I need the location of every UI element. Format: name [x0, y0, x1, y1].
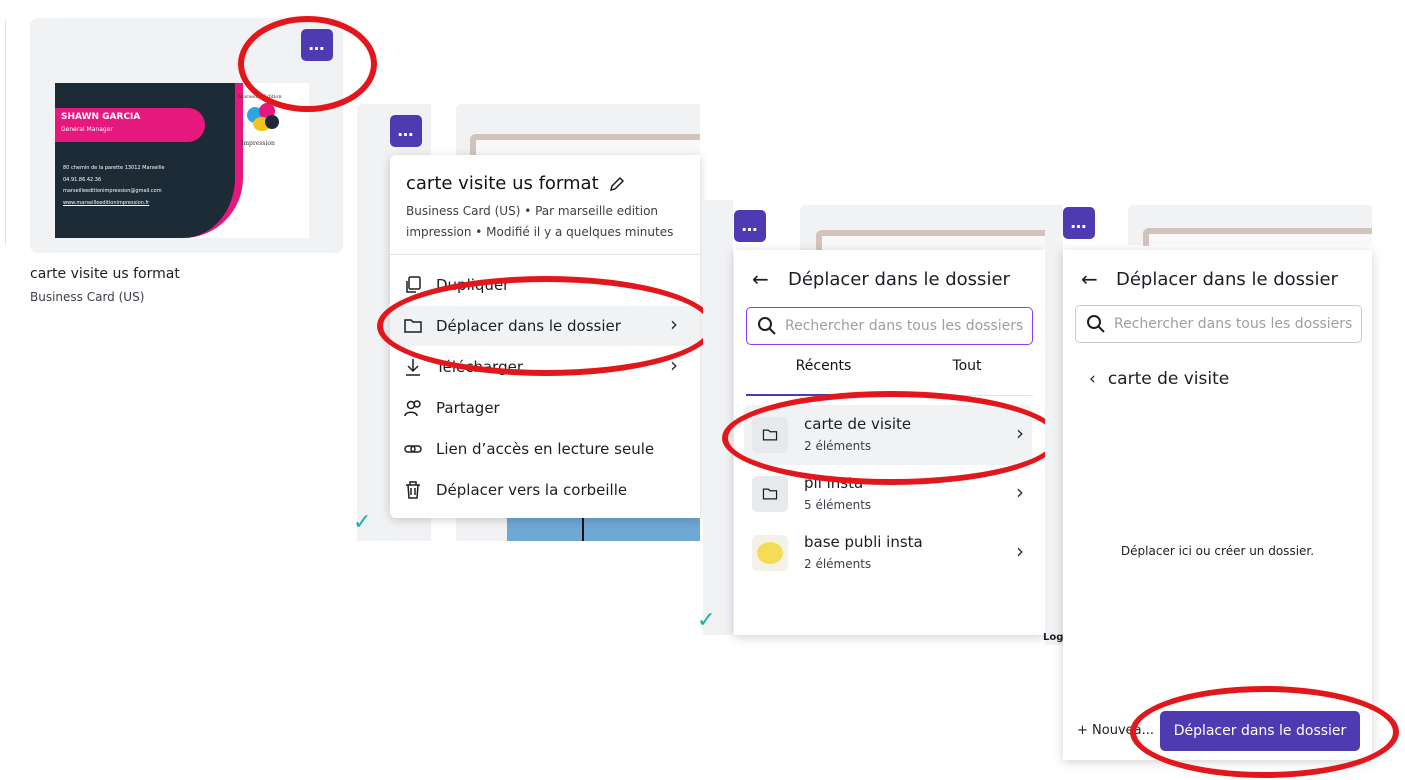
- back-arrow-icon[interactable]: ←: [752, 267, 769, 291]
- folder-contents-panel: ← Déplacer dans le dossier Rechercher da…: [1063, 250, 1372, 760]
- menu-item-label: Partager: [436, 399, 500, 417]
- design-thumbnail[interactable]: SHAWN GARCIA General Manager 80 chemin d…: [30, 18, 343, 253]
- divider: [5, 20, 6, 245]
- menu-more-button[interactable]: …: [390, 115, 422, 147]
- menu-item-label: Lien d’accès en lecture seule: [436, 440, 655, 458]
- design-more-button[interactable]: …: [301, 29, 333, 61]
- background-tile: [1045, 205, 1063, 645]
- background-thumb-corner: [1143, 228, 1372, 246]
- folder-row[interactable]: pli insta 5 éléments ›: [744, 464, 1032, 524]
- folder-icon: [752, 417, 788, 453]
- folder-thumbnail: [752, 535, 788, 571]
- confirm-move-label: Déplacer dans le dossier: [1173, 723, 1347, 739]
- menu-item-move-to-folder[interactable]: Déplacer dans le dossier: [402, 315, 621, 337]
- menu-title-text: carte visite us format: [406, 173, 599, 194]
- design-subtitle: Business Card (US): [30, 290, 145, 304]
- folder-name: base publi insta: [804, 533, 923, 551]
- folder-count: 2 éléments: [804, 557, 872, 571]
- business-card-preview: SHAWN GARCIA General Manager 80 chemin d…: [55, 83, 309, 238]
- move-more-button[interactable]: …: [734, 210, 766, 242]
- background-tile: [703, 200, 733, 635]
- menu-item-download[interactable]: Télécharger: [402, 356, 523, 378]
- checkmark-logo-icon: ✓: [697, 608, 716, 633]
- folder-icon: [404, 319, 422, 333]
- folder-search-input[interactable]: Rechercher dans tous les dossiers: [1075, 305, 1362, 343]
- search-icon: [1087, 315, 1105, 333]
- trash-icon: [406, 481, 420, 499]
- background-watercolor-thumb: [507, 518, 700, 541]
- menu-item-label: Télécharger: [436, 358, 524, 376]
- folder-count: 2 éléments: [804, 439, 872, 453]
- menu-item-label: Déplacer dans le dossier: [436, 317, 621, 335]
- card-address: 80 chemin de la parette 13012 Marseille: [63, 165, 165, 171]
- menu-item-trash[interactable]: Déplacer vers la corbeille: [402, 479, 627, 501]
- menu-design-meta: Business Card (US) • Par marseille editi…: [406, 204, 674, 239]
- card-name: SHAWN GARCIA: [61, 112, 141, 122]
- search-placeholder: Rechercher dans tous les dossiers: [1114, 316, 1353, 332]
- folder-count: 5 éléments: [804, 498, 872, 512]
- card-email: marseilleeditionimpression@gmail.com: [63, 188, 162, 194]
- menu-item-duplicate[interactable]: Dupliquer: [402, 274, 509, 296]
- card-dark-panel: [55, 83, 243, 238]
- chevron-right-icon: ›: [1016, 539, 1024, 563]
- empty-folder-message: Déplacer ici ou créer un dossier.: [1120, 544, 1315, 558]
- tab-label: Récents: [795, 358, 852, 374]
- folder-icon: [752, 476, 788, 512]
- chevron-right-icon: ›: [670, 312, 678, 336]
- background-logo-fragment: Log: [1043, 632, 1064, 643]
- chevron-right-icon: ›: [670, 353, 678, 377]
- menu-divider: [390, 254, 700, 255]
- menu-item-label: Dupliquer: [436, 276, 510, 294]
- folder-row[interactable]: carte de visite 2 éléments ›: [744, 405, 1032, 465]
- card-website: www.marseilleeditionimpression.fr: [63, 200, 150, 206]
- checkmark-logo-icon: ✓: [353, 510, 372, 535]
- tab-label: Tout: [952, 358, 982, 374]
- back-arrow-icon[interactable]: ←: [1081, 267, 1098, 291]
- folder-panel-title: Déplacer dans le dossier: [1116, 269, 1338, 290]
- link-icon: [404, 445, 422, 453]
- move-to-folder-panel: ← Déplacer dans le dossier Rechercher da…: [734, 250, 1045, 635]
- search-placeholder: Rechercher dans tous les dossiers: [785, 318, 1024, 334]
- tab-all[interactable]: Tout: [901, 358, 1033, 396]
- chevron-right-icon: ›: [1016, 421, 1024, 445]
- confirm-move-button[interactable]: Déplacer dans le dossier: [1160, 711, 1360, 751]
- menu-item-share[interactable]: Partager: [402, 397, 500, 419]
- new-folder-button[interactable]: + Nouvea...: [1077, 723, 1154, 738]
- menu-design-title: carte visite us format: [406, 173, 627, 194]
- current-folder-name: carte de visite: [1107, 369, 1230, 389]
- folder-row[interactable]: base publi insta 2 éléments ›: [744, 523, 1032, 583]
- menu-item-label: Déplacer vers la corbeille: [436, 481, 628, 499]
- chevron-left-icon: ‹: [1089, 369, 1096, 389]
- design-title[interactable]: carte visite us format: [30, 266, 180, 282]
- folder-name: pli insta: [804, 474, 864, 492]
- tab-recent[interactable]: Récents: [746, 358, 901, 396]
- pencil-icon[interactable]: [607, 174, 627, 194]
- move-panel-title: Déplacer dans le dossier: [788, 269, 1010, 290]
- parent-folder-back[interactable]: ‹ carte de visite: [1089, 369, 1229, 389]
- card-brand-bottom: Impression: [241, 140, 275, 147]
- folder-search-input[interactable]: Rechercher dans tous les dossiers: [746, 307, 1033, 345]
- card-brand-top: Marseille Edition: [238, 94, 282, 100]
- menu-item-readonly-link[interactable]: Lien d’accès en lecture seule: [402, 438, 654, 460]
- search-icon: [758, 317, 776, 335]
- chevron-right-icon: ›: [1016, 480, 1024, 504]
- card-role: General Manager: [61, 126, 113, 133]
- folder-more-button[interactable]: …: [1063, 207, 1095, 239]
- context-menu: carte visite us format Business Card (US…: [390, 155, 700, 518]
- copy-icon: [406, 276, 421, 293]
- download-icon: [406, 359, 420, 376]
- card-phone: 04.91.86.42.36: [63, 177, 102, 183]
- share-people-icon: [404, 400, 421, 417]
- folder-name: carte de visite: [804, 415, 912, 433]
- ink-splash-logo: [243, 103, 283, 133]
